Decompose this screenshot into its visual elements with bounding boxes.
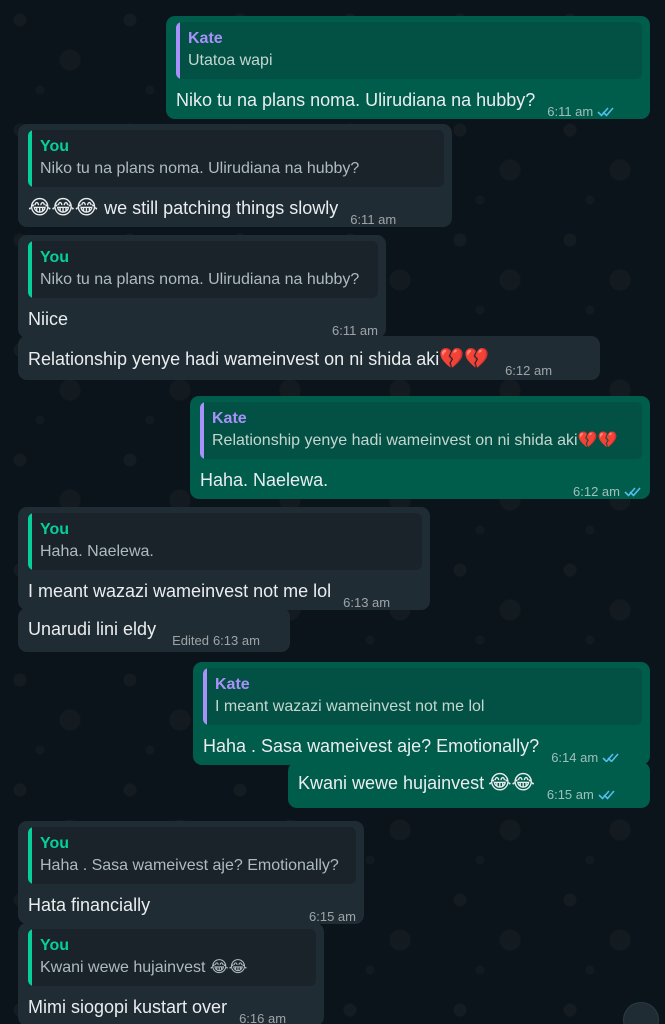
message-text: I meant wazazi wameinvest not me lol (28, 581, 332, 601)
message-text: Hata financially (28, 895, 151, 915)
quote-author: You (40, 835, 70, 852)
message-text: Relationship yenye hadi wameinvest on ni… (28, 349, 440, 369)
message-text: Haha . Sasa wameivest aje? Emotionally? (203, 736, 540, 756)
broken-heart-emoji: 💔💔 (577, 432, 618, 449)
quote-text: Niko tu na plans noma. Ulirudiana na hub… (40, 160, 360, 177)
double-check-icon (624, 486, 642, 497)
quote-text: Niko tu na plans noma. Ulirudiana na hub… (40, 271, 360, 288)
message-time: 6:13 am (343, 595, 391, 610)
quote-text: Kwani wewe hujainvest 😂😂 (40, 959, 248, 976)
message-bubble-incoming[interactable]: Unarudi lini eldy Edited 6:13 am (18, 608, 290, 652)
message-time: 6:15 am (546, 787, 594, 802)
double-check-icon (597, 106, 615, 117)
message-time: 6:16 am (239, 1011, 287, 1024)
message-bubble-incoming[interactable]: You Kwani wewe hujainvest 😂😂 Mimi siogop… (18, 923, 324, 1024)
quoted-message[interactable]: Kate Utatoa wapi (176, 22, 642, 79)
quote-author: Kate (212, 410, 247, 427)
quote-text: Utatoa wapi (188, 52, 273, 69)
message-bubble-outgoing[interactable]: Kate Utatoa wapi Niko tu na plans noma. … (166, 16, 650, 119)
message-time: 6:15 am (309, 909, 356, 924)
message-bubble-incoming[interactable]: You Niko tu na plans noma. Ulirudiana na… (18, 124, 452, 227)
quote-text: Relationship yenye hadi wameinvest on ni… (212, 432, 618, 449)
message-time: 6:11 am (350, 212, 397, 227)
quoted-message[interactable]: You Niko tu na plans noma. Ulirudiana na… (28, 130, 444, 187)
message-text: Mimi siogopi kustart over (28, 997, 228, 1017)
message-text: Niice (28, 309, 69, 329)
message-text: Unarudi lini eldy (28, 619, 157, 639)
quote-author: You (40, 249, 70, 266)
quoted-message[interactable]: You Haha. Naelewa. (28, 513, 422, 570)
laughing-emoji: 😂😂 (209, 959, 248, 976)
quote-author: Kate (215, 676, 250, 693)
laughing-emoji: 😂😂😂 (28, 197, 99, 219)
quote-author: You (40, 937, 70, 954)
quoted-message[interactable]: Kate Relationship yenye hadi wameinvest … (200, 402, 642, 459)
broken-heart-emoji: 💔💔 (439, 348, 490, 370)
quote-text: I meant wazazi wameinvest not me lol (215, 698, 485, 715)
quoted-message[interactable]: Kate I meant wazazi wameinvest not me lo… (203, 668, 642, 725)
message-bubble-incoming[interactable]: Relationship yenye hadi wameinvest on ni… (18, 336, 600, 380)
message-bubble-incoming[interactable]: You Niko tu na plans noma. Ulirudiana na… (18, 235, 386, 338)
double-check-icon (598, 789, 616, 800)
message-time: 6:11 am (547, 104, 594, 119)
quoted-message[interactable]: You Niko tu na plans noma. Ulirudiana na… (28, 241, 378, 298)
message-time: 6:12 am (573, 484, 620, 499)
message-bubble-outgoing[interactable]: Kate Relationship yenye hadi wameinvest … (190, 396, 650, 499)
quote-author: Kate (188, 30, 223, 47)
edited-label: Edited (172, 633, 209, 648)
quote-text: Haha . Sasa wameivest aje? Emotionally? (40, 857, 339, 874)
laughing-emoji: 😂😂 (488, 772, 535, 794)
quoted-message[interactable]: You Haha . Sasa wameivest aje? Emotional… (28, 827, 356, 884)
message-text: Niko tu na plans noma. Ulirudiana na hub… (176, 90, 536, 110)
quote-author: You (40, 521, 70, 538)
quote-text: Haha. Naelewa. (40, 543, 154, 560)
message-bubble-incoming[interactable]: You Haha. Naelewa. I meant wazazi wamein… (18, 507, 430, 610)
message-time: 6:13 am (212, 633, 260, 648)
message-bubble-outgoing[interactable]: Kwani wewe hujainvest 😂😂 6:15 am (288, 762, 650, 808)
message-bubble-outgoing[interactable]: Kate I meant wazazi wameinvest not me lo… (193, 662, 650, 765)
message-text: Haha. Naelewa. (200, 470, 329, 490)
quoted-message[interactable]: You Kwani wewe hujainvest 😂😂 (28, 929, 316, 986)
quote-author: You (40, 138, 70, 155)
message-text: Kwani wewe hujainvest (298, 773, 485, 793)
message-bubble-incoming[interactable]: You Haha . Sasa wameivest aje? Emotional… (18, 821, 364, 924)
message-time: 6:12 am (505, 363, 553, 378)
message-text: we still patching things slowly (104, 198, 339, 218)
